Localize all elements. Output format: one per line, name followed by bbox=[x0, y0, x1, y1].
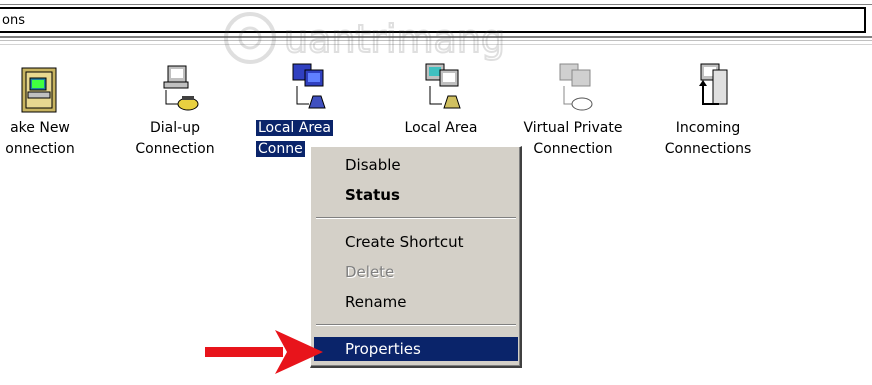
incoming-connections-item[interactable]: Incoming Connections bbox=[648, 60, 768, 160]
item-label-line2: Connection bbox=[533, 141, 613, 157]
item-label-line1: Local Area bbox=[404, 120, 478, 136]
svg-text:uantrimang: uantrimang bbox=[284, 17, 505, 61]
vpn-connection-item[interactable]: Virtual Private Connection bbox=[513, 60, 633, 160]
lan-connection-icon bbox=[292, 63, 326, 109]
menu-item-rename[interactable]: Rename bbox=[314, 290, 518, 314]
item-label-line1: Dial-up bbox=[150, 120, 200, 136]
item-label-line1: Local Area bbox=[256, 120, 333, 136]
incoming-connections-icon bbox=[699, 63, 728, 105]
menu-separator bbox=[316, 324, 516, 326]
item-label-line1: ake New bbox=[10, 120, 70, 136]
item-label-line2: onnection bbox=[5, 141, 75, 157]
top-border bbox=[0, 0, 872, 5]
item-label-line2: Connection bbox=[135, 141, 215, 157]
item-label-line2: Connections bbox=[664, 141, 752, 157]
menu-item-properties[interactable]: Properties bbox=[314, 337, 518, 361]
menu-item-create-shortcut[interactable]: Create Shortcut bbox=[314, 230, 518, 254]
lan-connection-item[interactable]: Local Area Conne bbox=[246, 60, 366, 160]
menu-separator bbox=[316, 217, 516, 219]
dialup-connection-icon bbox=[163, 65, 199, 111]
item-label-line1: Virtual Private bbox=[523, 120, 623, 136]
menu-item-delete: Delete bbox=[345, 263, 395, 281]
window-title: ons bbox=[2, 13, 25, 28]
menu-item-disable[interactable]: Disable bbox=[314, 153, 518, 177]
make-new-connection-icon bbox=[21, 67, 57, 113]
dialup-connection-item[interactable]: Dial-up Connection bbox=[115, 60, 235, 160]
item-label-line1: Incoming bbox=[675, 120, 741, 136]
red-arrow-icon bbox=[205, 330, 323, 374]
lan-connection-2-icon bbox=[425, 63, 461, 109]
menu-item-status[interactable]: Status bbox=[314, 183, 518, 207]
context-menu: Disable Status Create Shortcut Delete Re… bbox=[310, 146, 522, 368]
make-new-connection-item[interactable]: ake New onnection bbox=[0, 60, 100, 160]
vpn-connection-icon bbox=[559, 63, 593, 111]
lan-connection-2-item[interactable]: Local Area bbox=[381, 60, 501, 139]
